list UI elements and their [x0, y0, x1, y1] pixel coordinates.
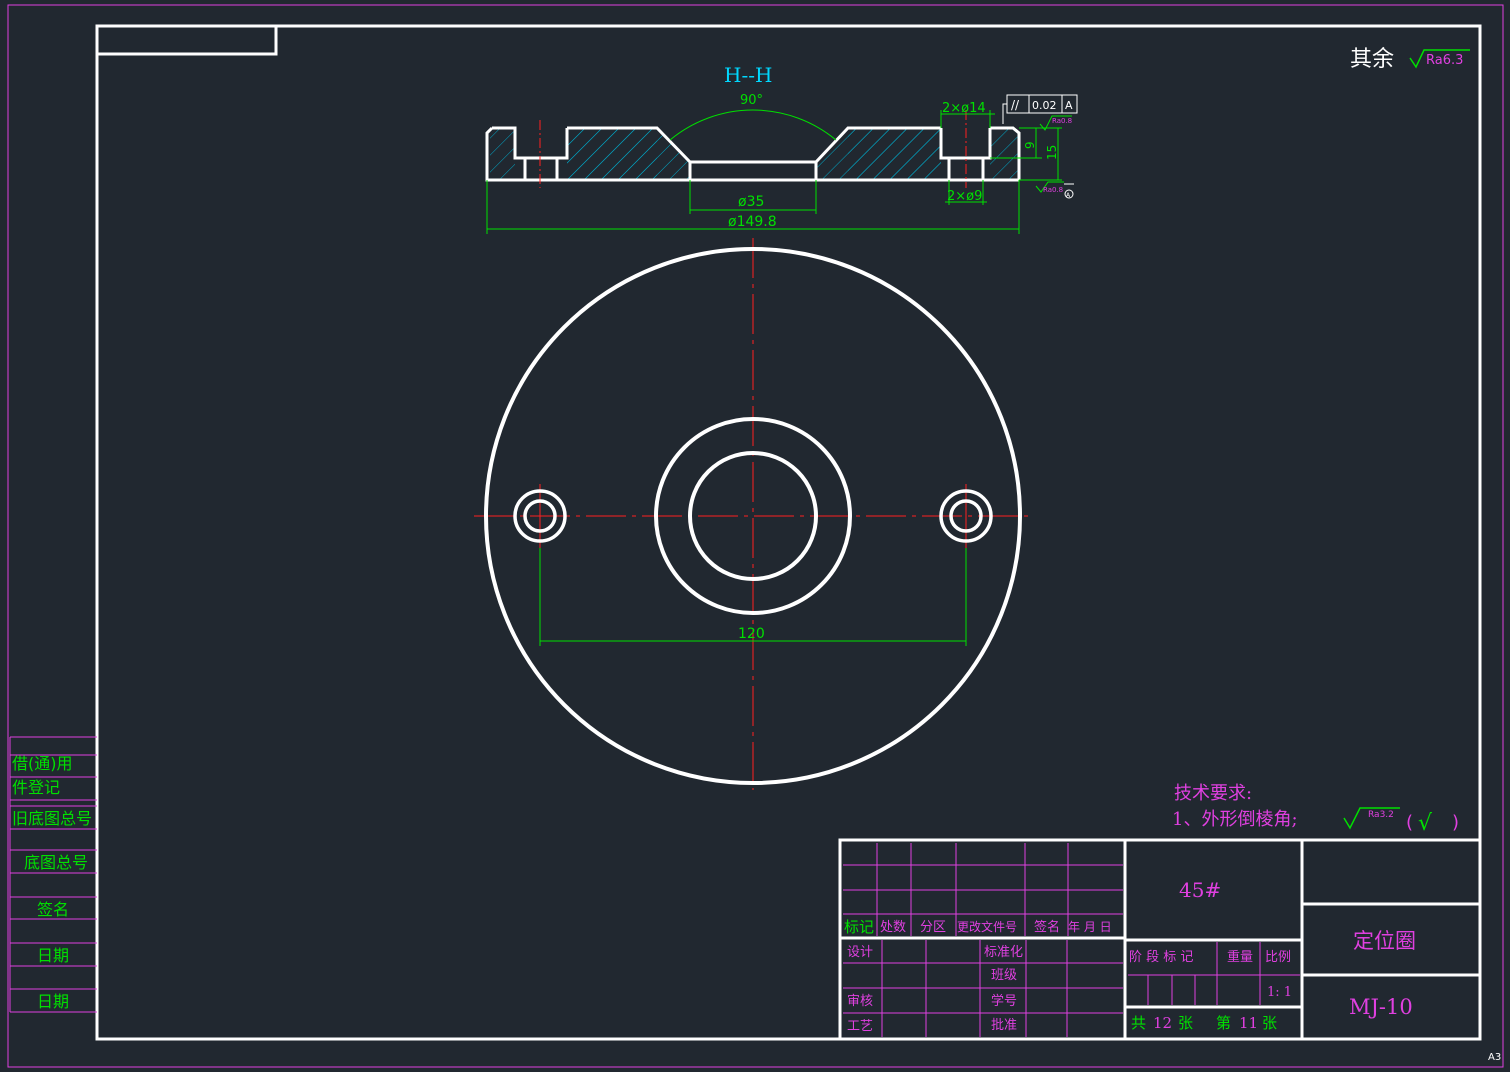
sign-right-label: 班级	[991, 968, 1017, 983]
tech-req-paren-open: (	[1406, 812, 1413, 833]
drawing-frame	[95, 24, 1482, 1041]
sign-right-label: 标准化	[984, 945, 1023, 960]
rev-header: 处数	[880, 920, 906, 935]
rev-header: 更改文件号	[957, 919, 1017, 934]
counterbore-label: 2×ø14	[942, 101, 986, 116]
other-roughness-value: Ra6.3	[1426, 53, 1463, 68]
total-sheets: 12	[1153, 1014, 1172, 1032]
rev-header: 年 月 日	[1068, 920, 1112, 934]
pitch-dimension-label: 120	[738, 626, 765, 642]
sheet-number: 11	[1239, 1014, 1258, 1032]
sign-left-label: 设计	[847, 945, 873, 960]
side-table-row: 旧底图总号	[12, 809, 92, 828]
part-name: 定位圈	[1353, 929, 1416, 953]
tech-req-paren-close: )	[1452, 812, 1459, 833]
sign-left-label: 工艺	[847, 1019, 873, 1034]
outer-dimension-label: ø149.8	[728, 214, 777, 230]
bore-dimension-label: ø35	[738, 194, 764, 210]
cad-drawing-canvas: { "drawing": { "section_title": "H--H", …	[0, 0, 1510, 1072]
side-table-row: 签名	[37, 900, 69, 919]
stage-header: 重量	[1227, 949, 1253, 965]
stage-header: 比例	[1265, 950, 1291, 965]
angle-dimension-arc	[669, 109, 837, 141]
total-prefix: 共	[1131, 1014, 1146, 1032]
part-code: MJ-10	[1349, 995, 1413, 1019]
sheet-size-label: A3	[1488, 1052, 1501, 1063]
side-table-row: 底图总号	[24, 853, 88, 872]
hole-dimension-label: 2×ø9	[947, 189, 982, 204]
tech-req-check: √	[1418, 811, 1433, 836]
sign-left-label: 审核	[847, 994, 873, 1009]
angle-label: 90°	[740, 93, 763, 108]
section-title: H--H	[724, 63, 772, 87]
tech-req-item1: 1、外形倒棱角;	[1172, 809, 1298, 830]
side-table-row: 件登记	[12, 778, 60, 797]
sign-right-label: 批准	[991, 1018, 1017, 1033]
roughness-bottom-label: Ra0.8	[1043, 186, 1063, 194]
datum-letter: A	[1065, 99, 1073, 112]
rev-header: 分区	[920, 920, 946, 935]
tolerance-symbol: //	[1011, 98, 1020, 112]
tech-req-title: 技术要求:	[1174, 783, 1252, 804]
side-table-row: 日期	[37, 992, 69, 1011]
scale: 1: 1	[1267, 985, 1292, 1000]
rev-header: 标记	[844, 918, 874, 936]
sign-right-label: 学号	[991, 993, 1017, 1009]
material: 45#	[1179, 878, 1221, 902]
rev-header: 签名	[1034, 919, 1060, 935]
sheet-outer-border	[7, 4, 1504, 1068]
tech-req-roughness: Ra3.2	[1368, 810, 1394, 820]
side-table-row: 借(通)用	[12, 754, 73, 773]
total-suffix: 张	[1178, 1014, 1193, 1032]
other-roughness-prefix: 其余	[1350, 47, 1394, 72]
roughness-top-label: Ra0.8	[1052, 117, 1072, 125]
tolerance-value: 0.02	[1032, 99, 1057, 112]
drawing-svg: A3 其余 Ra6.3 H--H 90° 2×ø14 // 0.02 A Ra0…	[7, 4, 1504, 1068]
depth-outer-label: 15	[1045, 145, 1059, 160]
section-hatching	[490, 128, 1018, 180]
side-table-row: 日期	[37, 946, 69, 965]
stage-header: 阶 段 标 记	[1129, 950, 1193, 965]
code-box	[98, 27, 278, 56]
sheet-suffix: 张	[1262, 1014, 1277, 1032]
depth-inner-label: 9	[1023, 141, 1037, 149]
sheet-prefix: 第	[1216, 1014, 1231, 1032]
